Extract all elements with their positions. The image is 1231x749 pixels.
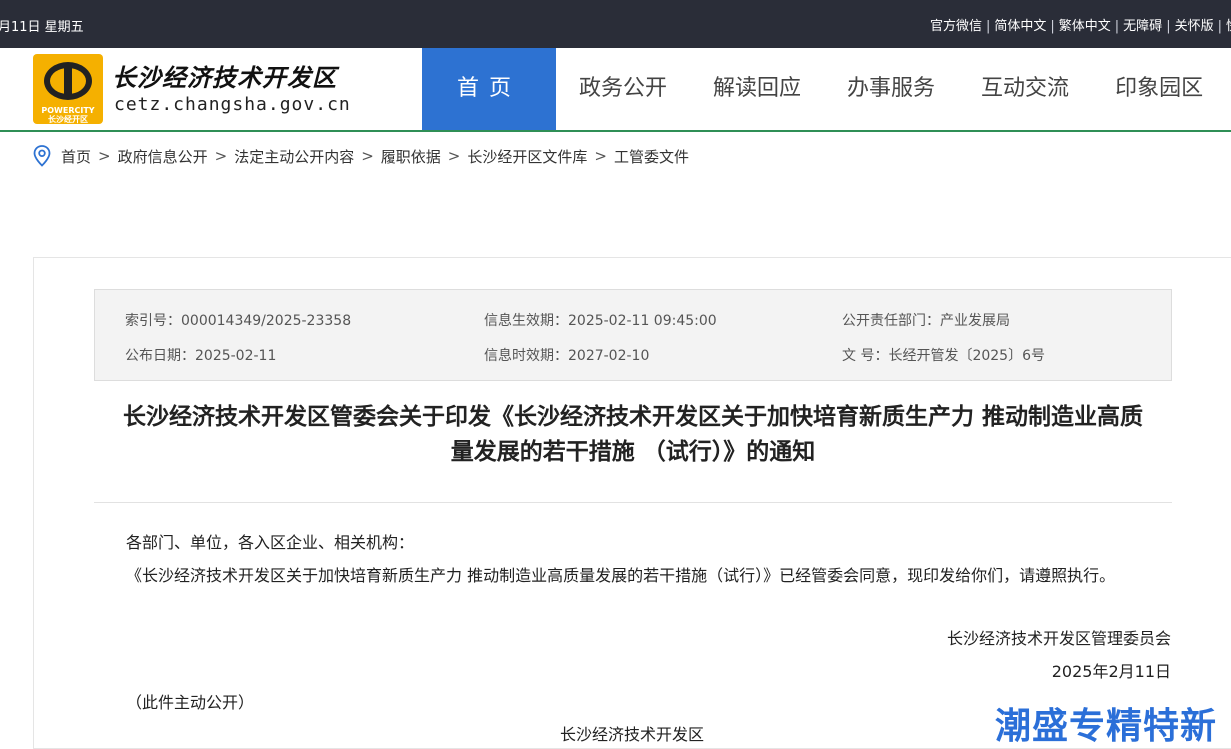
top-links: 官方微信|简体中文|繁体中文|无障碍|关怀版|快 [930,15,1231,34]
location-pin-icon [33,145,51,167]
logo-text-en: POWERCITY [41,106,95,115]
nav-item-home[interactable]: 首页 [422,48,556,130]
meta-publish-date: 公布日期：2025-02-11 [125,348,277,364]
signer: 长沙经济技术开发区管理委员会 [946,629,1171,648]
body-paragraph: 《长沙经济技术开发区关于加快培育新质生产力 推动制造业高质量发展的若干措施（试行… [126,566,1116,585]
salutation: 各部门、单位，各入区企业、相关机构： [126,533,415,552]
article-title: 长沙经济技术开发区管委会关于印发《长沙经济技术开发区关于加快培育新质生产力 推动… [94,400,1172,470]
sign-date: 2025年2月11日 [1051,662,1171,681]
article-title-line1: 长沙经济技术开发区管委会关于印发《长沙经济技术开发区关于加快培育新质生产力 推动… [122,404,1143,430]
nav-item-government-affairs[interactable]: 政务公开 [556,48,690,130]
nav-item-interpretation[interactable]: 解读回应 [690,48,824,130]
traditional-chinese-link[interactable]: 繁体中文 [1059,19,1111,34]
title-divider [94,502,1172,503]
breadcrumb-gov-info[interactable]: 政府信息公开 [118,146,208,167]
article-container: 索引号：000014349/2025-23358 信息生效期：2025-02-1… [33,257,1231,749]
meta-index-no: 索引号：000014349/2025-23358 [125,313,352,329]
next-section-heading: 长沙经济技术开发区 [560,725,705,744]
nav-item-park-impression[interactable]: 印象园区 [1092,48,1226,130]
meta-dept: 公开责任部门：产业发展局 [842,313,1010,329]
breadcrumb-home[interactable]: 首页 [61,146,91,167]
nav-item-interaction[interactable]: 互动交流 [958,48,1092,130]
nav-item-services[interactable]: 办事服务 [824,48,958,130]
meta-expiry-date: 信息时效期：2027-02-10 [484,348,650,364]
site-header: POWERCITY 长沙经开区 长沙经济技术开发区 cetz.changsha.… [0,48,1231,132]
breadcrumb-committee-files[interactable]: 工管委文件 [614,146,689,167]
site-logo[interactable]: POWERCITY 长沙经开区 [33,54,103,124]
meta-doc-no: 文 号：长经开管发〔2025〕6号 [842,348,1045,364]
breadcrumb: 首页 > 政府信息公开 > 法定主动公开内容 > 履职依据 > 长沙经开区文件库… [33,145,689,167]
care-mode-link[interactable]: 关怀版 [1175,19,1214,34]
site-name[interactable]: 长沙经济技术开发区 [112,58,337,93]
site-url: cetz.changsha.gov.cn [114,94,351,115]
watermark-text: 潮盛专精特新 [995,706,1218,747]
breadcrumb-duty-basis[interactable]: 履职依据 [381,146,441,167]
document-meta-box: 索引号：000014349/2025-23358 信息生效期：2025-02-1… [94,289,1172,381]
disclosure-note: （此件主动公开） [126,693,255,712]
top-bar: 月11日 星期五 官方微信|简体中文|繁体中文|无障碍|关怀版|快 [0,0,1231,48]
simplified-chinese-link[interactable]: 简体中文 [994,19,1046,34]
main-nav: 首页 政务公开 解读回应 办事服务 互动交流 印象园区 [422,48,1226,130]
breadcrumb-statutory[interactable]: 法定主动公开内容 [234,146,354,167]
logo-text-cn: 长沙经开区 [48,115,88,124]
breadcrumb-file-library[interactable]: 长沙经开区文件库 [467,146,587,167]
wechat-link[interactable]: 官方微信 [930,19,982,34]
date-text: 月11日 星期五 [0,20,84,35]
meta-effective-date: 信息生效期：2025-02-11 09:45:00 [484,313,717,329]
article-title-line2: 量发展的若干措施 （试行）》的通知 [450,439,816,465]
logo-emblem-icon [44,62,92,100]
shortcut-link[interactable]: 快 [1226,19,1231,34]
accessibility-link[interactable]: 无障碍 [1123,19,1162,34]
